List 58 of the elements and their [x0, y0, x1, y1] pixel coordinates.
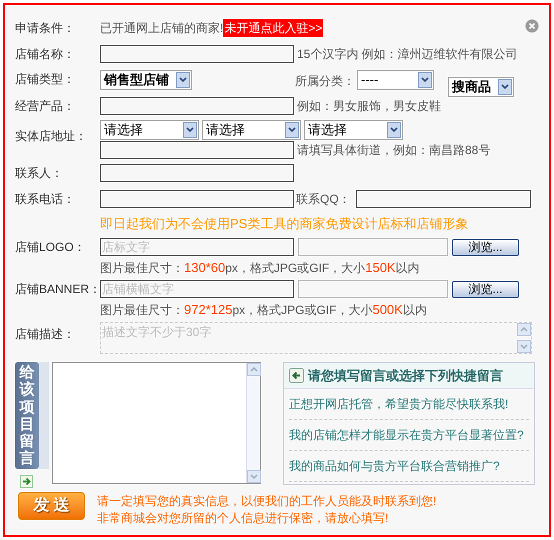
input-field[interactable] [100, 164, 294, 182]
file-path-field[interactable] [298, 238, 448, 256]
close-icon[interactable] [525, 19, 539, 33]
condition-text: 已开通网上店铺的商家! [100, 20, 224, 37]
caret-icon [176, 72, 190, 88]
caret-icon [498, 79, 512, 95]
dropdown[interactable]: 请选择 [304, 120, 403, 140]
field-label: 店铺名称： [15, 46, 76, 63]
scroll-up-icon[interactable] [517, 323, 531, 336]
caret-icon [387, 122, 401, 138]
caret-icon [418, 72, 432, 88]
dropdown[interactable]: 请选择 [202, 120, 301, 140]
register-link[interactable]: 未开通点此入驻>> [223, 19, 324, 37]
note-text: 请一定填写您的真实信息，以便我们的工作人员能及时联系到您! [97, 493, 436, 510]
hint-text: 请填写具体街道，例如：南昌路88号 [297, 142, 490, 159]
dropdown[interactable]: ---- [357, 70, 434, 90]
browse-button[interactable]: 浏览... [452, 280, 519, 298]
dropdown[interactable]: 请选择 [100, 120, 199, 140]
field-label: 经营产品： [15, 98, 76, 115]
note-text: 非常商城会对您所留的个人信息进行保密，请放心填写! [97, 510, 390, 527]
hint-text: 例如：男女服饰，男女皮鞋 [297, 98, 441, 115]
field-label: 店铺描述： [15, 326, 76, 343]
quick-message-link[interactable]: 我的店铺怎样才能显示在贵方平台显著位置? [289, 420, 529, 451]
field-label: 实体店地址： [15, 128, 88, 145]
file-path-field[interactable] [298, 280, 448, 298]
arrow-right-icon [20, 475, 33, 488]
scroll-down-icon[interactable] [517, 340, 531, 353]
input-field[interactable]: 店标文字 [100, 238, 294, 256]
field-label: 店铺BANNER： [15, 281, 100, 298]
hint-text: 15个汉字内 例如：漳州迈维软件有限公司 [297, 46, 518, 63]
message-field[interactable] [52, 362, 261, 484]
field-label: 所属分类： [295, 73, 356, 90]
browse-button[interactable]: 浏览... [452, 238, 519, 256]
field-label: 联系人： [15, 165, 64, 182]
field-label: 联系电话： [15, 191, 76, 208]
size-hint: 图片最佳尺寸：130*60px，格式JPG或GIF，大小150K以内 [100, 259, 420, 278]
input-field[interactable] [100, 97, 294, 115]
dropdown[interactable]: 销售型店铺 [100, 70, 192, 90]
input-field[interactable] [100, 190, 294, 208]
field-label: 店铺LOGO： [15, 239, 87, 256]
notice-text: 即日起我们为不会使用PS类工具的商家免费设计店标和店铺形象 [100, 215, 468, 234]
quick-message-link[interactable]: 我的商品如何与贵方平台联合营销推广? [289, 451, 529, 482]
scroll-up-icon[interactable] [247, 363, 261, 376]
panel-title: 请您填写留言或选择下列快捷留言 [308, 366, 503, 385]
caret-icon [285, 122, 299, 138]
scroll-down-icon[interactable] [247, 470, 261, 483]
input-field[interactable] [100, 141, 294, 159]
arrow-left-icon [289, 368, 304, 383]
field-label: 店铺类型： [15, 71, 76, 88]
field-label: 申请条件： [15, 20, 76, 37]
input-field[interactable]: 店铺横幅文字 [100, 280, 294, 298]
dropdown[interactable]: 搜商品 [448, 77, 514, 97]
size-hint: 图片最佳尺寸：972*125px，格式JPG或GIF，大小500K以内 [100, 301, 427, 320]
field-label: 联系QQ： [296, 191, 352, 208]
input-field[interactable] [100, 45, 294, 63]
caret-icon [183, 122, 197, 138]
input-field[interactable] [356, 190, 531, 208]
quick-message-link[interactable]: 正想开网店托管，希望贵方能尽快联系我! [289, 389, 529, 420]
